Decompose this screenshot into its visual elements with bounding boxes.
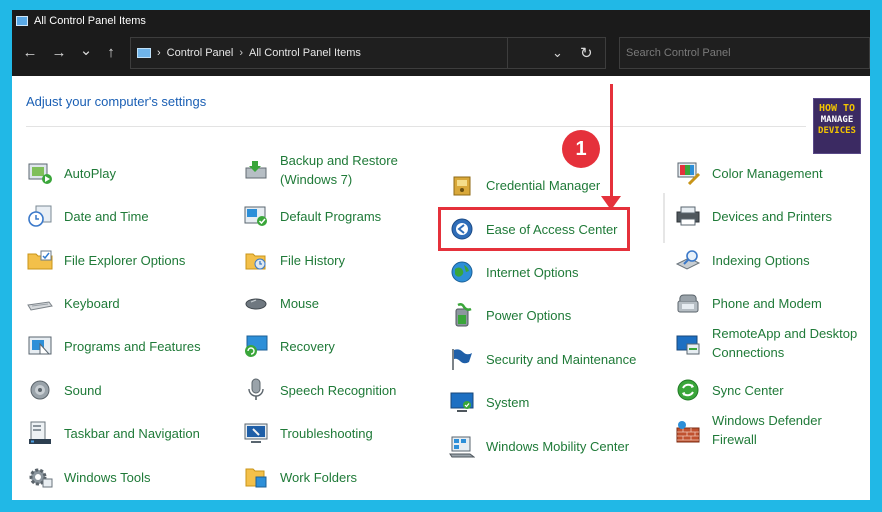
recent-locations-button[interactable]: ⌄ bbox=[76, 42, 96, 60]
back-button[interactable]: ← bbox=[20, 44, 40, 62]
heading-divider bbox=[26, 126, 806, 127]
printer-icon bbox=[674, 203, 702, 229]
address-bar[interactable]: › Control Panel › All Control Panel Item… bbox=[130, 37, 508, 69]
page-heading: Adjust your computer's settings bbox=[26, 94, 207, 109]
forward-button[interactable]: → bbox=[49, 44, 69, 62]
item-label-line1: Backup and Restore bbox=[280, 153, 398, 168]
address-dropdown-button[interactable]: ⌄ bbox=[552, 45, 563, 61]
item-power-options[interactable]: Power Options bbox=[448, 302, 571, 328]
mouse-icon bbox=[242, 290, 270, 316]
search-input[interactable] bbox=[626, 47, 869, 59]
firewall-icon bbox=[674, 419, 702, 445]
navigation-bar: ← → ⌄ ↑ › Control Panel › All Control Pa… bbox=[12, 32, 870, 76]
step-number-badge: 1 bbox=[562, 130, 600, 168]
item-phone-and-modem[interactable]: Phone and Modem bbox=[674, 290, 822, 316]
control-panel-icon bbox=[16, 16, 28, 26]
indexing-icon bbox=[674, 247, 702, 273]
item-file-history[interactable]: File History bbox=[242, 247, 345, 273]
work-folders-icon bbox=[242, 464, 270, 490]
sync-icon bbox=[674, 377, 702, 403]
item-taskbar-and-navigation[interactable]: Taskbar and Navigation bbox=[26, 420, 200, 446]
item-label-line2: (Windows 7) bbox=[280, 172, 353, 187]
annotation-arrow bbox=[610, 84, 613, 198]
item-recovery[interactable]: Recovery bbox=[242, 333, 335, 359]
search-box[interactable] bbox=[619, 37, 870, 69]
how-to-manage-devices-logo: HOW TO MANAGE DEVICES bbox=[813, 98, 861, 154]
remote-icon bbox=[674, 332, 702, 358]
item-label-line2: Connections bbox=[712, 345, 785, 360]
backup-icon bbox=[242, 157, 270, 183]
breadcrumb-separator: › bbox=[239, 47, 243, 59]
microphone-icon bbox=[242, 377, 270, 403]
globe-icon bbox=[448, 259, 476, 285]
troubleshoot-icon bbox=[242, 420, 270, 446]
item-internet-options[interactable]: Internet Options bbox=[448, 259, 579, 285]
speaker-icon bbox=[26, 377, 54, 403]
item-credential-manager[interactable]: Credential Manager bbox=[448, 172, 600, 198]
window-title: All Control Panel Items bbox=[34, 15, 146, 27]
item-speech-recognition[interactable]: Speech Recognition bbox=[242, 377, 396, 403]
item-label-line2: Firewall bbox=[712, 432, 757, 447]
refresh-button[interactable]: ↻ bbox=[580, 44, 593, 62]
credential-icon bbox=[448, 172, 476, 198]
breadcrumb-all-items[interactable]: All Control Panel Items bbox=[249, 47, 361, 59]
item-troubleshooting[interactable]: Troubleshooting bbox=[242, 420, 373, 446]
title-bar: All Control Panel Items bbox=[12, 10, 870, 32]
item-windows-defender-firewall[interactable]: Windows Defender Firewall bbox=[674, 411, 822, 449]
item-remoteapp-and-desktop-connections[interactable]: RemoteApp and Desktop Connections bbox=[674, 324, 857, 362]
clock-icon bbox=[26, 203, 54, 229]
color-icon bbox=[674, 160, 702, 186]
item-indexing-options[interactable]: Indexing Options bbox=[674, 247, 810, 273]
gear-icon bbox=[26, 464, 54, 490]
item-autoplay[interactable]: AutoPlay bbox=[26, 160, 116, 186]
item-file-explorer-options[interactable]: File Explorer Options bbox=[26, 247, 185, 273]
phone-icon bbox=[674, 290, 702, 316]
breadcrumb-control-panel[interactable]: Control Panel bbox=[167, 47, 234, 59]
item-date-and-time[interactable]: Date and Time bbox=[26, 203, 149, 229]
item-security-and-maintenance[interactable]: Security and Maintenance bbox=[448, 346, 636, 372]
taskbar-icon bbox=[26, 420, 54, 446]
item-backup-and-restore[interactable]: Backup and Restore (Windows 7) bbox=[242, 151, 398, 189]
folder-icon bbox=[26, 247, 54, 273]
control-panel-window: All Control Panel Items ← → ⌄ ↑ › Contro… bbox=[12, 10, 870, 500]
default-programs-icon bbox=[242, 203, 270, 229]
breadcrumb-separator: › bbox=[157, 47, 161, 59]
column-divider bbox=[663, 193, 665, 243]
address-bar-controls: ⌄ ↻ bbox=[508, 37, 606, 69]
item-keyboard[interactable]: Keyboard bbox=[26, 290, 120, 316]
power-icon bbox=[448, 302, 476, 328]
system-icon bbox=[448, 389, 476, 415]
item-label-line1: RemoteApp and Desktop bbox=[712, 326, 858, 341]
item-work-folders[interactable]: Work Folders bbox=[242, 464, 357, 490]
autoplay-icon bbox=[26, 160, 54, 186]
item-programs-and-features[interactable]: Programs and Features bbox=[26, 333, 201, 359]
item-sync-center[interactable]: Sync Center bbox=[674, 377, 784, 403]
item-system[interactable]: System bbox=[448, 389, 529, 415]
file-history-icon bbox=[242, 247, 270, 273]
item-mouse[interactable]: Mouse bbox=[242, 290, 319, 316]
programs-icon bbox=[26, 333, 54, 359]
control-panel-icon bbox=[137, 48, 151, 58]
highlight-box bbox=[438, 207, 630, 251]
item-windows-tools[interactable]: Windows Tools bbox=[26, 464, 150, 490]
mobility-icon bbox=[448, 433, 476, 459]
recovery-icon bbox=[242, 333, 270, 359]
keyboard-icon bbox=[26, 290, 54, 316]
item-devices-and-printers[interactable]: Devices and Printers bbox=[674, 203, 832, 229]
flag-icon bbox=[448, 346, 476, 372]
item-windows-mobility-center[interactable]: Windows Mobility Center bbox=[448, 433, 629, 459]
item-sound[interactable]: Sound bbox=[26, 377, 102, 403]
item-default-programs[interactable]: Default Programs bbox=[242, 203, 381, 229]
item-label-line1: Windows Defender bbox=[712, 413, 822, 428]
up-button[interactable]: ↑ bbox=[101, 44, 121, 62]
item-color-management[interactable]: Color Management bbox=[674, 160, 823, 186]
